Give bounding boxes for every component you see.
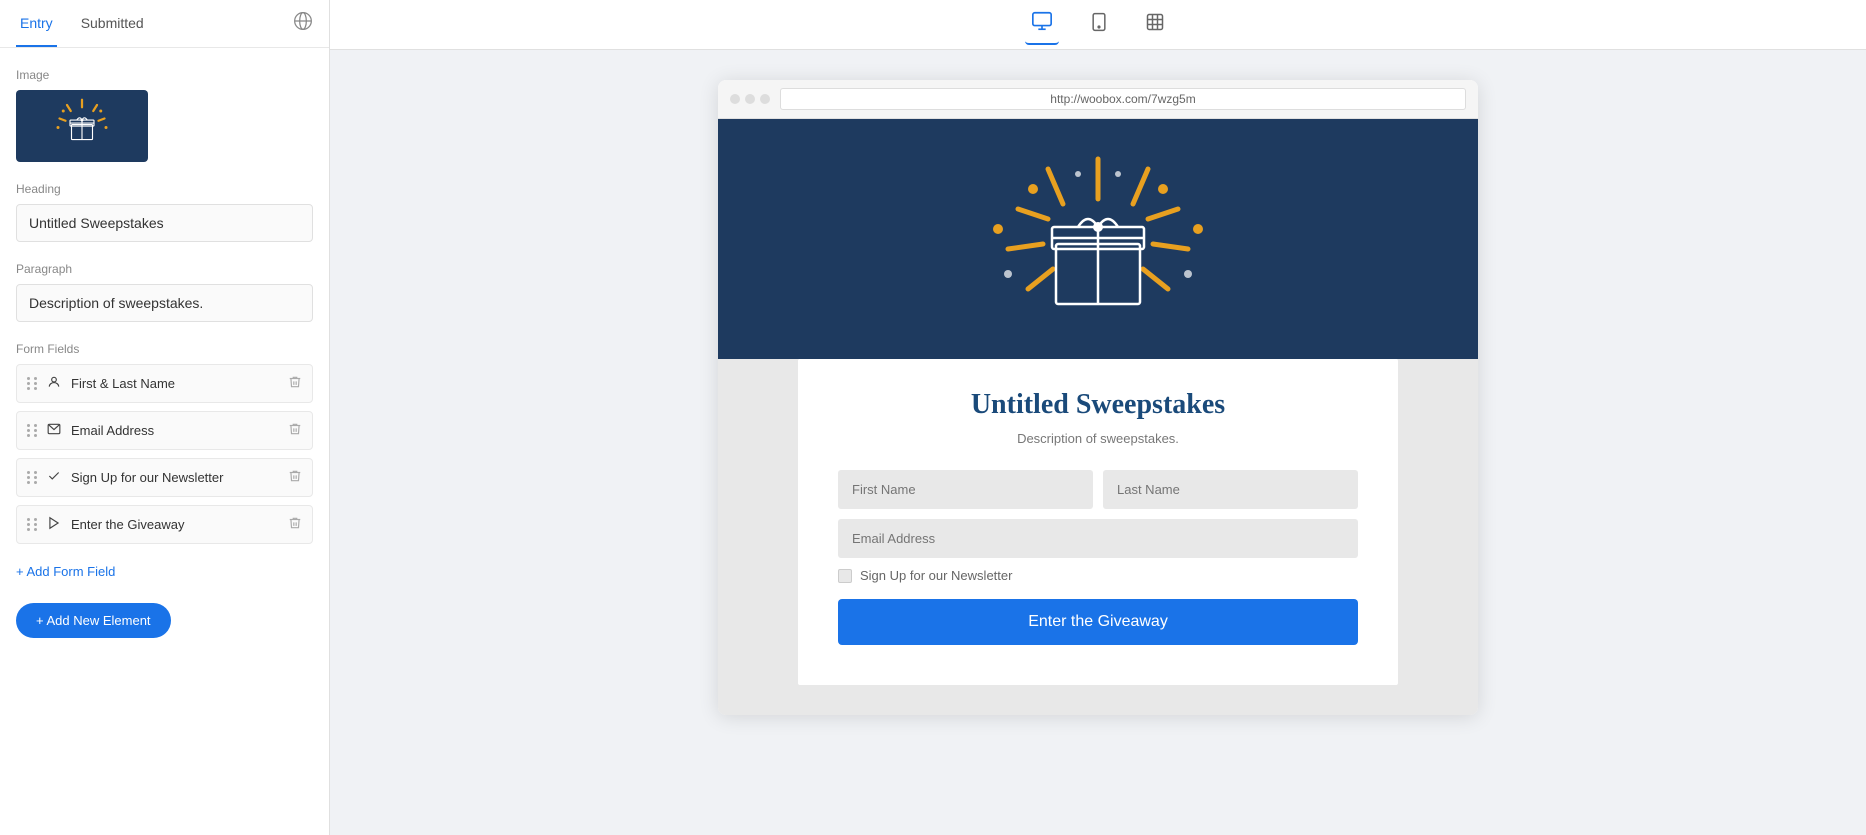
heading-label: Heading bbox=[16, 182, 313, 196]
delete-email-button[interactable] bbox=[288, 422, 302, 439]
newsletter-row: Sign Up for our Newsletter bbox=[838, 568, 1358, 583]
heading-input[interactable] bbox=[16, 204, 313, 242]
email-input[interactable] bbox=[838, 519, 1358, 558]
add-field-label: + Add Form Field bbox=[16, 564, 115, 579]
desktop-view-button[interactable] bbox=[1025, 4, 1059, 45]
top-toolbar bbox=[330, 0, 1866, 50]
paragraph-section: Paragraph bbox=[16, 262, 313, 322]
check-icon bbox=[47, 469, 63, 486]
image-section: Image bbox=[16, 68, 313, 162]
main-area: http://woobox.com/7wzg5m bbox=[330, 0, 1866, 835]
paragraph-input[interactable] bbox=[16, 284, 313, 322]
last-name-input[interactable] bbox=[1103, 470, 1358, 509]
paragraph-label: Paragraph bbox=[16, 262, 313, 276]
add-element-button[interactable]: + Add New Element bbox=[16, 603, 171, 638]
panel-content: Image bbox=[0, 48, 329, 835]
submit-button[interactable]: Enter the Giveaway bbox=[838, 599, 1358, 645]
preview-page-content: Untitled Sweepstakes Description of swee… bbox=[718, 119, 1478, 715]
drag-handle-giveaway[interactable] bbox=[27, 518, 39, 531]
newsletter-checkbox[interactable] bbox=[838, 569, 852, 583]
sweepstakes-card: Untitled Sweepstakes Description of swee… bbox=[798, 359, 1398, 685]
address-bar[interactable]: http://woobox.com/7wzg5m bbox=[780, 88, 1466, 110]
field-label-email: Email Address bbox=[71, 423, 280, 438]
field-label-giveaway: Enter the Giveaway bbox=[71, 517, 280, 532]
add-form-field-link[interactable]: + Add Form Field bbox=[16, 560, 313, 583]
arrow-icon bbox=[47, 516, 63, 533]
field-item-email[interactable]: Email Address bbox=[16, 411, 313, 450]
browser-dot-3 bbox=[760, 94, 770, 104]
drag-handle-newsletter[interactable] bbox=[27, 471, 39, 484]
field-label-newsletter: Sign Up for our Newsletter bbox=[71, 470, 280, 485]
delete-newsletter-button[interactable] bbox=[288, 469, 302, 486]
field-label-name: First & Last Name bbox=[71, 376, 280, 391]
form-fields-label: Form Fields bbox=[16, 342, 313, 356]
email-icon bbox=[47, 422, 63, 439]
preview-title: Untitled Sweepstakes bbox=[838, 389, 1358, 421]
frame-view-button[interactable] bbox=[1139, 6, 1171, 43]
hero-image bbox=[718, 119, 1478, 359]
drag-handle-name[interactable] bbox=[27, 377, 39, 390]
preview-description: Description of sweepstakes. bbox=[838, 431, 1358, 446]
form-fields-section: Form Fields First & Last Name bbox=[16, 342, 313, 544]
field-item-newsletter[interactable]: Sign Up for our Newsletter bbox=[16, 458, 313, 497]
browser-bar: http://woobox.com/7wzg5m bbox=[718, 80, 1478, 119]
tab-entry[interactable]: Entry bbox=[16, 1, 57, 47]
tablet-view-button[interactable] bbox=[1083, 5, 1115, 44]
field-item-giveaway[interactable]: Enter the Giveaway bbox=[16, 505, 313, 544]
browser-dot-2 bbox=[745, 94, 755, 104]
drag-handle-email[interactable] bbox=[27, 424, 39, 437]
heading-section: Heading bbox=[16, 182, 313, 242]
name-row bbox=[838, 470, 1358, 509]
image-label: Image bbox=[16, 68, 313, 82]
preview-area: http://woobox.com/7wzg5m bbox=[330, 50, 1866, 835]
globe-icon[interactable] bbox=[293, 11, 313, 36]
delete-giveaway-button[interactable] bbox=[288, 516, 302, 533]
browser-chrome: http://woobox.com/7wzg5m bbox=[718, 80, 1478, 715]
tab-submitted[interactable]: Submitted bbox=[77, 1, 148, 47]
delete-name-button[interactable] bbox=[288, 375, 302, 392]
add-element-label: + Add New Element bbox=[36, 613, 151, 628]
first-name-input[interactable] bbox=[838, 470, 1093, 509]
browser-dots bbox=[730, 94, 770, 104]
image-preview[interactable] bbox=[16, 90, 148, 162]
newsletter-checkbox-label: Sign Up for our Newsletter bbox=[860, 568, 1012, 583]
field-item-name[interactable]: First & Last Name bbox=[16, 364, 313, 403]
person-icon bbox=[47, 375, 63, 392]
browser-dot-1 bbox=[730, 94, 740, 104]
tabs-bar: Entry Submitted bbox=[0, 0, 329, 48]
left-panel: Entry Submitted Image bbox=[0, 0, 330, 835]
